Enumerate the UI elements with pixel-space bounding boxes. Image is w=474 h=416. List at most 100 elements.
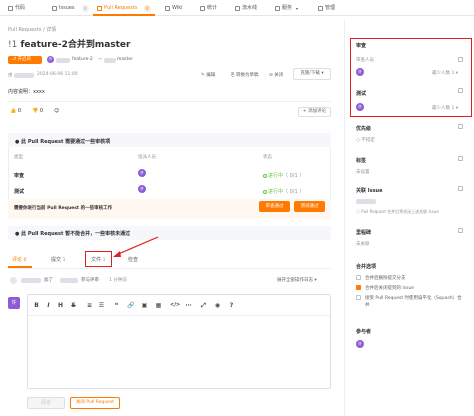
chevron-down-icon: ▾ (314, 278, 317, 283)
approve-review-button[interactable]: 审查通过 (259, 201, 290, 212)
annotation-arrow-icon (113, 236, 159, 257)
unordered-list-icon[interactable]: ≡ (86, 302, 93, 309)
link-icon[interactable]: 🔗 (127, 302, 134, 309)
bold-icon[interactable]: B (33, 302, 40, 309)
delete-branch-checkbox[interactable] (356, 275, 361, 280)
reviewers-label: 审查人员 (356, 58, 374, 63)
chevron-down-icon: ▾ (321, 71, 324, 76)
issue-redacted (356, 199, 376, 204)
merge-options-title: 合并选项 (356, 264, 377, 270)
active-tab-underline (93, 14, 155, 16)
author-name-redacted (56, 57, 70, 63)
thumbs-down-reaction[interactable]: 👎 0 (32, 108, 43, 114)
convert-draft-button[interactable]: ⎘ 转换为草稿 (231, 72, 259, 78)
issues-count-badge: 0 (82, 5, 89, 12)
close-pr-button[interactable]: ⊘ 关闭 (269, 72, 283, 78)
reviewer-avatar: 许 (356, 68, 364, 76)
top-navigation: 代码 Issues 0 Pull Requests 4 Wiki 统计 流水线 服务… (0, 0, 474, 16)
pull-requests-count-badge: 4 (144, 5, 151, 12)
tags-value: 未设置 (356, 170, 370, 175)
more-icon[interactable]: ⋯ (185, 302, 192, 309)
emoji-add-icon[interactable]: ☺ (54, 108, 59, 114)
reviewers-min-select[interactable]: 最少人数 1 ▾ (432, 70, 458, 76)
activity-role: 参与评审 (81, 278, 99, 283)
tab-comments[interactable]: 评论 0 (12, 256, 26, 263)
priority-value: ○ 不指定 (356, 138, 375, 143)
issue-icon (52, 6, 57, 11)
column-assignee: 指派人员 (138, 155, 156, 160)
strikethrough-icon[interactable]: S (70, 302, 77, 309)
heading-icon[interactable]: H (57, 302, 64, 309)
edit-reviewers-icon[interactable] (458, 57, 463, 62)
author-avatar: 许 (47, 56, 54, 63)
thumbs-up-icon: 👍 (10, 108, 17, 114)
source-branch[interactable]: feature-2 (72, 57, 93, 62)
italic-icon[interactable]: I (45, 302, 52, 309)
test-progress: 进行中（ 0/1 ） (263, 188, 304, 195)
tab-commits[interactable]: 提交 1 (51, 256, 65, 263)
thumbs-up-reaction[interactable]: 👍 0 (10, 108, 21, 114)
info-icon: ● (15, 231, 20, 237)
testers-min-select[interactable]: 最少人数 1 ▾ (432, 105, 458, 111)
expand-log-link[interactable]: 展开全部操作日志 ▾ (277, 277, 317, 283)
test-row-type: 测试 (14, 189, 25, 195)
code-icon (8, 6, 13, 11)
pr-title: feature-2合并到master (20, 40, 131, 50)
comment-button[interactable]: 评论 (27, 397, 65, 409)
edit-priority-icon[interactable] (458, 124, 463, 129)
column-status: 状态 (263, 155, 272, 160)
breadcrumb-current: 详情 (46, 27, 57, 33)
review-progress: 进行中（ 0/1 ） (263, 172, 304, 179)
annotation-box-files (85, 251, 112, 267)
image-icon[interactable]: ▣ (141, 302, 148, 309)
quote-icon[interactable]: ❝ (113, 302, 120, 309)
divider (8, 101, 331, 102)
close-pr-footer-button[interactable]: 关闭 Pull Request (70, 397, 120, 409)
close-issue-label: 合并后关闭提到的 Issue (365, 286, 415, 291)
pr-number: !1 (8, 40, 18, 50)
tester-avatar: 许 (138, 185, 146, 193)
fullscreen-icon[interactable]: ⤢ (200, 302, 207, 309)
pipeline-icon (235, 6, 240, 11)
squash-label: 接受 Pull Request 时使用扁平化（Squash）合并 (365, 296, 462, 308)
help-icon[interactable]: ? (228, 302, 235, 309)
add-comment-button[interactable]: + 添加评论 (298, 107, 331, 117)
ordered-list-icon[interactable]: ☰ (98, 302, 105, 309)
table-icon[interactable]: ▦ (155, 302, 162, 309)
code-icon[interactable]: </> (170, 302, 180, 309)
target-branch[interactable]: master (117, 57, 133, 62)
activity-time: 1 分钟前 (109, 278, 127, 283)
edit-milestone-icon[interactable] (458, 228, 463, 233)
edit-button[interactable]: ✎ 编辑 (201, 72, 215, 78)
milestone-title: 里程碑 (356, 230, 372, 236)
arrow-right-icon: → (98, 57, 102, 62)
breadcrumb-root[interactable]: Pull Requests (8, 27, 41, 33)
approve-test-button[interactable]: 测试通过 (294, 201, 325, 212)
preview-icon[interactable]: ◉ (214, 302, 221, 309)
pull-request-icon (97, 6, 102, 11)
creator-name-redacted (14, 72, 34, 78)
book-icon (165, 6, 170, 11)
squash-checkbox[interactable] (356, 295, 361, 300)
git-merge-icon: ⎇ (11, 57, 17, 62)
actor-name-redacted (21, 278, 41, 283)
progress-dot-icon (263, 189, 267, 194)
priority-title: 优先级 (356, 126, 372, 132)
edit-issue-icon[interactable] (458, 186, 463, 191)
clone-download-button[interactable]: 克隆/下载 ▾ (293, 68, 331, 80)
reviewer-avatar: 许 (138, 169, 146, 177)
review-row-type: 审查 (14, 173, 25, 179)
review-notice: 需要你进行当前 Pull Request 的一些审核工作 (14, 206, 113, 211)
progress-dot-icon (263, 173, 267, 178)
edit-testers-icon[interactable] (458, 88, 463, 93)
participant-avatar: 许 (356, 340, 364, 348)
chevron-down-icon: ▾ (455, 106, 459, 111)
target-repo-redacted (104, 57, 116, 63)
edit-tags-icon[interactable] (458, 156, 463, 161)
linked-issue-title: 关联 Issue (356, 188, 383, 194)
activity-icon (10, 277, 17, 284)
chevron-down-icon: ▾ (296, 6, 299, 11)
close-issue-checkbox[interactable] (356, 285, 361, 290)
priority-dot-icon: ○ (356, 138, 360, 143)
info-icon: ● (15, 139, 20, 145)
